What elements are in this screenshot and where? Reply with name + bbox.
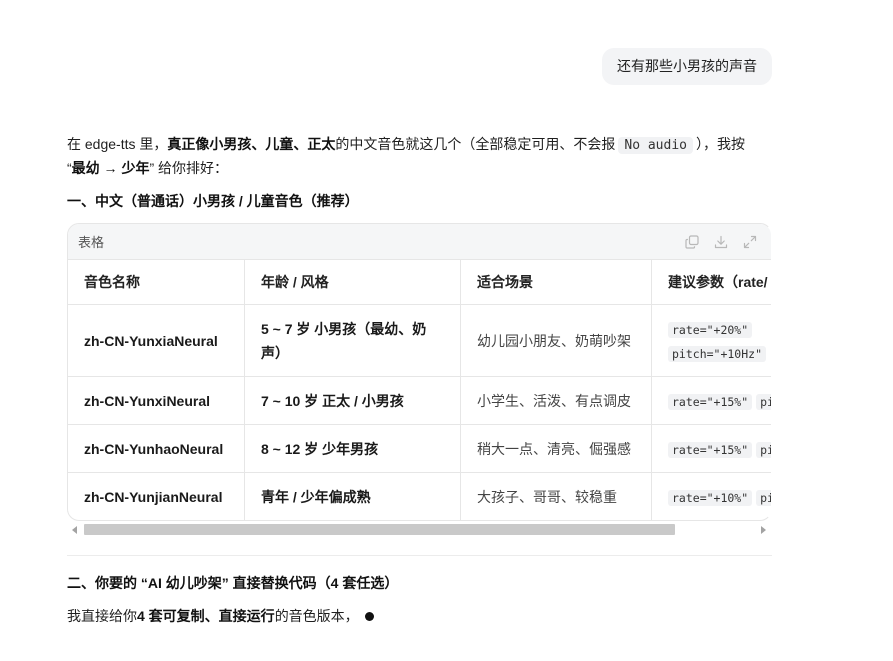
voice-name-cell: zh-CN-YunjianNeural [68,473,245,520]
param-chip: rate="+20%" [668,321,753,338]
download-table-button[interactable] [714,235,728,249]
copy-table-button[interactable] [685,234,699,249]
param-line: rate="+10%" pi [668,485,771,509]
section-2-heading: 二、你要的 “AI 幼儿吵架” 直接替换代码（4 套任选） [67,575,399,591]
age-style-cell: 7 ~ 10 岁 正太 / 小男孩 [245,377,461,425]
param-line: rate="+15%" pi [668,437,771,461]
intro-text: ” 给你排好： [149,160,229,176]
intro-line-1: 在 edge-tts 里，真正像小男孩、儿童、正太的中文音色就这几个（全部稳定可… [67,133,772,157]
scene-cell: 稍大一点、清亮、倔强感 [461,425,652,473]
scene-cell: 大孩子、哥哥、较稳重 [461,473,652,520]
scene-cell: 小学生、活泼、有点调皮 [461,377,652,425]
copy-icon [685,234,699,249]
age-style-cell: 5 ~ 7 岁 小男孩（最幼、奶声） [245,305,461,377]
params-cell: rate="+20%" pitch="+10Hz" [652,305,771,377]
expand-icon [743,235,757,248]
param-line: rate="+20%" [668,317,771,341]
param-chip: rate="+15%" [668,393,753,410]
table-scroll-area[interactable]: 音色名称 年龄 / 风格 适合场景 建议参数（rate/ zh-CN-Yunxi… [68,260,771,520]
voice-table: 音色名称 年龄 / 风格 适合场景 建议参数（rate/ zh-CN-Yunxi… [68,260,771,520]
section-divider [67,555,772,556]
table-card: 表格 音色名称 年龄 / 风格 适合场景 建议参数（rate/ zh-CN-Yu… [67,223,772,521]
params-cell: rate="+15%" pi [652,425,771,473]
scroll-right-button[interactable] [758,522,769,537]
column-header-params: 建议参数（rate/ [652,260,771,305]
column-header-age-style: 年龄 / 风格 [245,260,461,305]
table-row: zh-CN-YunxiNeural 7 ~ 10 岁 正太 / 小男孩 小学生、… [68,377,771,425]
user-message-bubble: 还有那些小男孩的声音 [602,48,772,85]
table-header-row: 音色名称 年龄 / 风格 适合场景 建议参数（rate/ [68,260,771,305]
table-actions [685,234,757,249]
param-chip: rate="+10%" [668,489,753,506]
param-chip: pi [756,393,771,410]
voice-name-cell: zh-CN-YunxiaNeural [68,305,245,377]
param-line: pitch="+10Hz" [668,341,771,365]
scrollbar-thumb[interactable] [84,524,675,535]
param-line: rate="+15%" pi [668,389,771,413]
params-cell: rate="+15%" pi [652,377,771,425]
voice-name-cell: zh-CN-YunhaoNeural [68,425,245,473]
intro-text: ），我按 [696,136,745,152]
params-cell: rate="+10%" pi [652,473,771,520]
intro-bold-text: 真正像小男孩、儿童、正太 [167,136,336,152]
voice-name-cell: zh-CN-YunxiNeural [68,377,245,425]
intro-text: 的中文音色就这几个（全部稳定可用、不会报 [335,136,616,152]
table-label: 表格 [78,235,105,250]
closing-text: 的音色版本， [274,608,359,624]
column-header-scene: 适合场景 [461,260,652,305]
inline-code: No audio [618,137,693,154]
age-style-cell: 青年 / 少年偏成熟 [245,473,461,520]
table-row: zh-CN-YunhaoNeural 8 ~ 12 岁 少年男孩 稍大一点、清亮… [68,425,771,473]
age-style-cell: 8 ~ 12 岁 少年男孩 [245,425,461,473]
table-row: zh-CN-YunxiaNeural 5 ~ 7 岁 小男孩（最幼、奶声） 幼儿… [68,305,771,377]
intro-text: 在 edge-tts 里， [67,136,168,152]
expand-table-button[interactable] [743,235,757,249]
assistant-response: 在 edge-tts 里，真正像小男孩、儿童、正太的中文音色就这几个（全部稳定可… [67,133,772,628]
param-chip: rate="+15%" [668,441,753,458]
table-card-header: 表格 [68,224,771,260]
scene-cell: 幼儿园小朋友、奶萌吵架 [461,305,652,377]
table-row: zh-CN-YunjianNeural 青年 / 少年偏成熟 大孩子、哥哥、较稳… [68,473,771,520]
table-horizontal-scrollbar[interactable] [67,522,772,537]
param-chip: pi [756,441,771,458]
download-icon [714,235,728,248]
param-chip: pi [756,489,771,506]
section-1-heading: 一、中文（普通话）小男孩 / 儿童音色（推荐） [67,193,359,209]
closing-bold-text: 4 套可复制、直接运行 [137,608,275,624]
triangle-left-icon [72,525,77,534]
closing-text: 我直接给你 [67,608,137,624]
streaming-dot-icon [364,611,374,621]
closing-line: 我直接给你4 套可复制、直接运行的音色版本， [67,605,772,628]
triangle-right-icon [761,525,766,534]
intro-line-2: “最幼 → 少年” 给你排好： [67,157,772,180]
column-header-voice-name: 音色名称 [68,260,245,305]
scroll-left-button[interactable] [69,522,80,537]
param-chip: pitch="+10Hz" [668,345,767,362]
intro-bold-text: 最幼 → 少年 [71,160,150,176]
user-message-row: 还有那些小男孩的声音 [602,48,772,85]
chat-column: 还有那些小男孩的声音 在 edge-tts 里，真正像小男孩、儿童、正太的中文音… [67,0,772,661]
